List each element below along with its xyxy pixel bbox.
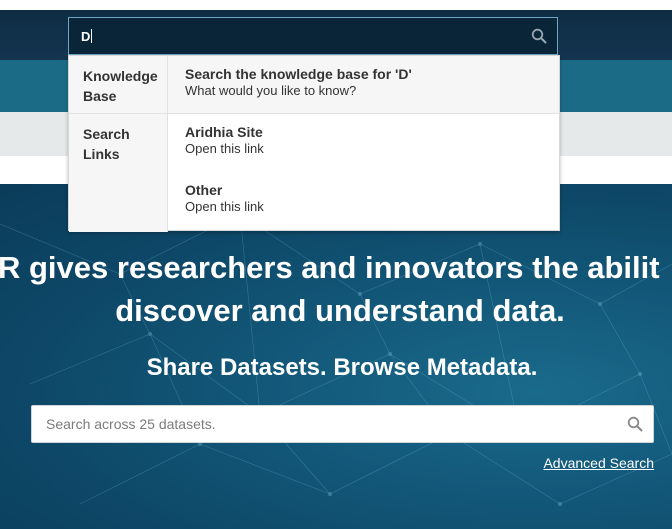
dataset-search-box bbox=[31, 405, 654, 443]
advanced-search-link[interactable]: Advanced Search bbox=[543, 455, 654, 471]
link-subtitle: Open this link bbox=[185, 141, 264, 156]
dataset-search-input[interactable] bbox=[32, 406, 612, 442]
search-icon[interactable] bbox=[627, 416, 643, 432]
text-caret bbox=[91, 29, 93, 43]
kb-search-field[interactable]: D bbox=[68, 17, 558, 55]
hero-headline: R gives researchers and innovators the a… bbox=[0, 246, 672, 332]
search-links-section: Search Links Aridhia Site Open this link… bbox=[69, 114, 559, 232]
kb-search-input-value[interactable]: D bbox=[81, 29, 93, 44]
link-title: Other bbox=[185, 182, 223, 198]
hero-subheadline: Share Datasets. Browse Metadata. bbox=[146, 354, 538, 381]
hero-headline-line2: discover and understand data. bbox=[115, 293, 565, 328]
hero-headline-line1: R gives researchers and innovators the a… bbox=[0, 250, 660, 285]
link-aridhia-site[interactable]: Aridhia Site Open this link bbox=[185, 124, 264, 157]
knowledge-base-section: Knowledge Base Search the knowledge base… bbox=[69, 56, 559, 114]
kb-suggestion-subtitle: What would you like to know? bbox=[185, 83, 357, 98]
link-other[interactable]: Other Open this link bbox=[185, 182, 264, 215]
kb-suggestion-title: Search the knowledge base for 'D' bbox=[185, 66, 412, 82]
search-links-category: Search Links bbox=[69, 114, 168, 232]
kb-search-suggestion[interactable]: Search the knowledge base for 'D' What w… bbox=[185, 66, 412, 99]
search-suggestions-dropdown: Knowledge Base Search the knowledge base… bbox=[68, 55, 560, 232]
link-title: Aridhia Site bbox=[185, 124, 263, 140]
search-icon[interactable] bbox=[531, 28, 547, 44]
knowledge-base-category: Knowledge Base bbox=[69, 56, 168, 113]
link-subtitle: Open this link bbox=[185, 199, 264, 214]
